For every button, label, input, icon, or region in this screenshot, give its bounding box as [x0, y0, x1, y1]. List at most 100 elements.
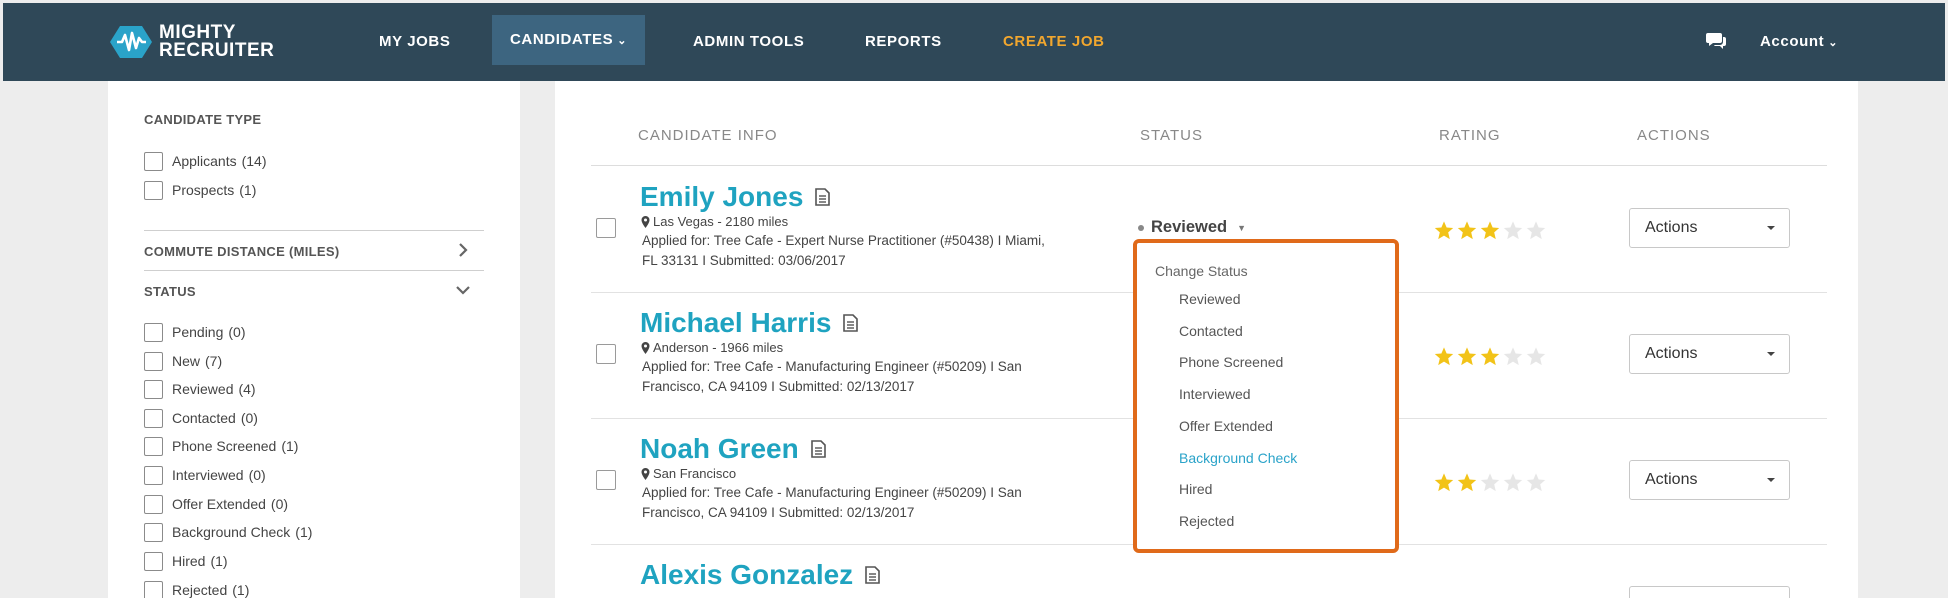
- checkbox[interactable]: [144, 151, 163, 171]
- caret-down-icon: [1767, 352, 1775, 356]
- filter-status-pending[interactable]: Pending (0): [144, 322, 246, 342]
- actions-button[interactable]: Actions: [1629, 208, 1790, 248]
- document-icon[interactable]: [815, 188, 831, 206]
- checkbox[interactable]: [144, 379, 163, 399]
- nav-account-label: Account: [1760, 33, 1825, 50]
- menu-item-hired[interactable]: Hired: [1179, 481, 1212, 497]
- star-filled-icon[interactable]: [1433, 346, 1455, 367]
- filter-count: (14): [241, 153, 267, 169]
- checkbox[interactable]: [144, 436, 163, 456]
- candidate-location: Anderson - 1966 miles: [641, 340, 783, 355]
- filter-status-background-check[interactable]: Background Check (1): [144, 522, 312, 542]
- candidate-type-title: CANDIDATE TYPE: [144, 112, 262, 127]
- chevron-right-icon[interactable]: [454, 241, 472, 259]
- checkbox[interactable]: [144, 494, 163, 514]
- chevron-down-icon: ⌄: [1828, 37, 1839, 49]
- star-filled-icon[interactable]: [1479, 220, 1501, 241]
- star-empty-icon[interactable]: [1479, 472, 1501, 493]
- actions-button[interactable]: Actions: [1629, 334, 1790, 374]
- menu-item-background-check[interactable]: Background Check: [1179, 450, 1297, 466]
- document-icon[interactable]: [843, 314, 859, 332]
- candidate-name-link[interactable]: Noah Green: [640, 433, 826, 465]
- location-pin-icon: [641, 467, 650, 480]
- filter-label: Applicants: [172, 153, 237, 169]
- star-empty-icon[interactable]: [1525, 346, 1547, 367]
- checkbox[interactable]: [144, 522, 163, 542]
- caret-down-icon: [1767, 478, 1775, 482]
- actions-button-partial[interactable]: [1629, 586, 1790, 598]
- nav-create-job[interactable]: CREATE JOB: [1003, 3, 1105, 81]
- star-filled-icon[interactable]: [1479, 346, 1501, 367]
- menu-item-interviewed[interactable]: Interviewed: [1179, 386, 1251, 402]
- logo[interactable]: MIGHTY RECRUITER: [109, 21, 274, 63]
- filter-status-phone-screened[interactable]: Phone Screened (1): [144, 436, 298, 456]
- menu-item-rejected[interactable]: Rejected: [1179, 513, 1234, 529]
- star-filled-icon[interactable]: [1456, 472, 1478, 493]
- checkbox[interactable]: [144, 408, 163, 428]
- candidate-name-link[interactable]: Alexis Gonzalez: [640, 559, 880, 591]
- document-icon[interactable]: [865, 566, 880, 584]
- filter-label: Pending: [172, 324, 224, 340]
- commute-distance-title[interactable]: COMMUTE DISTANCE (MILES): [144, 244, 339, 259]
- filter-status-rejected[interactable]: Rejected (1): [144, 580, 249, 598]
- filter-label: Hired: [172, 553, 206, 569]
- nav-admin-tools[interactable]: ADMIN TOOLS: [693, 3, 804, 81]
- filter-status-interviewed[interactable]: Interviewed (0): [144, 465, 266, 485]
- checkbox[interactable]: [144, 465, 163, 485]
- location-pin-icon: [641, 341, 650, 354]
- menu-item-reviewed[interactable]: Reviewed: [1179, 291, 1240, 307]
- applied-line-2: Francisco, CA 94109 I Submitted: 02/13/2…: [642, 379, 915, 394]
- filter-applicants[interactable]: Applicants (14): [144, 151, 267, 171]
- star-filled-icon[interactable]: [1456, 220, 1478, 241]
- nav-candidates[interactable]: CANDIDATES ⌄: [492, 15, 646, 65]
- candidate-name-link[interactable]: Michael Harris: [640, 307, 859, 339]
- menu-item-contacted[interactable]: Contacted: [1179, 323, 1243, 339]
- rating-stars[interactable]: [1433, 220, 1548, 241]
- filter-count: (4): [238, 381, 256, 397]
- star-empty-icon[interactable]: [1502, 220, 1524, 241]
- filter-status-offer-extended[interactable]: Offer Extended (0): [144, 494, 288, 514]
- star-empty-icon[interactable]: [1525, 220, 1547, 241]
- checkbox[interactable]: [144, 551, 163, 571]
- checkbox[interactable]: [144, 322, 163, 342]
- document-icon[interactable]: [810, 440, 826, 458]
- status-dropdown-toggle[interactable]: Reviewed ▼: [1138, 218, 1246, 237]
- chevron-down-icon[interactable]: [454, 281, 472, 299]
- star-empty-icon[interactable]: [1502, 472, 1524, 493]
- row-checkbox[interactable]: [596, 344, 616, 364]
- header-rating: RATING: [1439, 127, 1501, 144]
- menu-item-offer-extended[interactable]: Offer Extended: [1179, 418, 1273, 434]
- star-filled-icon[interactable]: [1456, 346, 1478, 367]
- nav-account[interactable]: Account ⌄: [1760, 3, 1838, 81]
- candidate-name: Noah Green: [640, 433, 799, 464]
- actions-button[interactable]: Actions: [1629, 460, 1790, 500]
- filter-status-reviewed[interactable]: Reviewed (4): [144, 379, 256, 399]
- candidate-location: Las Vegas - 2180 miles: [641, 214, 788, 229]
- checkbox[interactable]: [144, 180, 163, 200]
- star-filled-icon[interactable]: [1433, 472, 1455, 493]
- nav-reports[interactable]: REPORTS: [865, 3, 942, 81]
- filter-count: (1): [295, 524, 313, 540]
- filter-count: (1): [281, 438, 299, 454]
- checkbox[interactable]: [144, 351, 163, 371]
- nav-my-jobs[interactable]: MY JOBS: [379, 3, 450, 81]
- filter-status-new[interactable]: New (7): [144, 351, 222, 371]
- filter-status-hired[interactable]: Hired (1): [144, 551, 228, 571]
- rating-stars[interactable]: [1433, 346, 1548, 367]
- checkbox[interactable]: [144, 580, 163, 598]
- star-filled-icon[interactable]: [1433, 220, 1455, 241]
- chat-icon[interactable]: [1705, 31, 1727, 51]
- filter-prospects[interactable]: Prospects (1): [144, 180, 256, 200]
- row-checkbox[interactable]: [596, 470, 616, 490]
- filter-label: Phone Screened: [172, 438, 277, 454]
- candidate-name-link[interactable]: Emily Jones: [640, 181, 831, 213]
- filter-status-contacted[interactable]: Contacted (0): [144, 408, 258, 428]
- star-empty-icon[interactable]: [1525, 472, 1547, 493]
- star-empty-icon[interactable]: [1502, 346, 1524, 367]
- menu-item-phone-screened[interactable]: Phone Screened: [1179, 354, 1283, 370]
- row-checkbox[interactable]: [596, 218, 616, 238]
- rating-stars[interactable]: [1433, 472, 1548, 493]
- status-title[interactable]: STATUS: [144, 284, 196, 299]
- actions-label: Actions: [1645, 219, 1698, 236]
- filter-label: Background Check: [172, 524, 291, 540]
